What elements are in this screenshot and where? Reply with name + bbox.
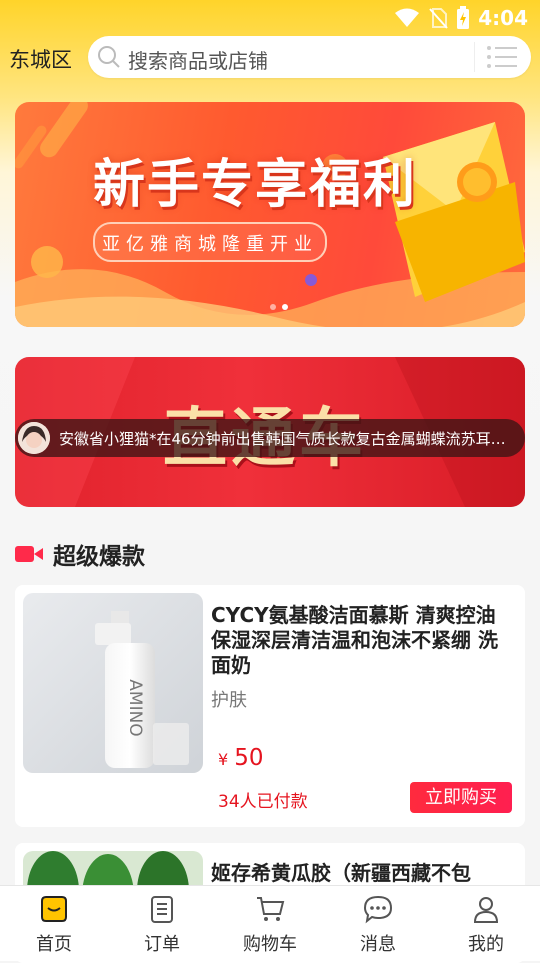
product-name[interactable]: CYCY氨基酸洁面慕斯 清爽控油保湿深层清洁温和泡沫不紧绷 洗面奶: [211, 603, 511, 678]
tab-label: 订单: [144, 934, 180, 955]
message-icon: [363, 895, 393, 924]
avatar: [18, 422, 50, 454]
carousel-indicator: [270, 304, 288, 310]
banner-title: 新手专享福利: [93, 155, 418, 215]
search-icon: [98, 46, 120, 68]
section-header: 超级爆款: [15, 536, 145, 572]
battery-charging-icon: [457, 6, 470, 29]
no-sim-icon: [429, 8, 448, 29]
tab-label: 我的: [468, 934, 504, 955]
promo-banner-carousel[interactable]: 新手专享福利 亚亿雅商城隆重开业: [15, 102, 525, 327]
category-menu-icon[interactable]: [486, 45, 518, 69]
home-icon: [41, 896, 67, 922]
order-icon: [151, 896, 173, 923]
tab-home[interactable]: 首页: [0, 886, 108, 961]
product-category: 护肤: [211, 690, 247, 711]
wifi-icon: [395, 8, 420, 27]
video-camera-icon: [15, 546, 43, 562]
tab-orders[interactable]: 订单: [108, 886, 216, 961]
profile-icon: [473, 897, 499, 923]
city-selector[interactable]: 东城区: [9, 44, 72, 74]
status-time: 4:04: [478, 6, 528, 30]
sold-count: 34人已付款: [218, 792, 308, 812]
product-image-brand: AMINO: [125, 679, 145, 736]
top-header: 东城区 搜索商品或店铺: [0, 36, 540, 80]
banner-subtitle: 亚亿雅商城隆重开业: [102, 234, 318, 255]
carousel-dot-active: [282, 304, 288, 310]
tab-messages[interactable]: 消息: [324, 886, 432, 961]
ticker-text: 安徽省小狸猫*在46分钟前出售韩国气质长款复古金属蝴蝶流苏耳环...: [59, 430, 515, 448]
search-divider: [474, 42, 475, 72]
section-title: 超级爆款: [53, 544, 145, 570]
cart-icon: [257, 897, 285, 921]
tab-label: 首页: [36, 934, 72, 955]
tab-label: 消息: [360, 934, 396, 955]
search-bar[interactable]: 搜索商品或店铺: [88, 36, 531, 78]
currency-symbol: ¥: [218, 750, 229, 769]
product-card[interactable]: AMINO CYCY氨基酸洁面慕斯 清爽控油保湿深层清洁温和泡沫不紧绷 洗面奶 …: [15, 585, 525, 827]
tab-label: 购物车: [243, 934, 297, 955]
banner-subtitle-box: 亚亿雅商城隆重开业: [93, 222, 327, 262]
buy-now-button[interactable]: 立即购买: [410, 782, 512, 813]
tab-cart[interactable]: 购物车: [216, 886, 324, 961]
product-image[interactable]: AMINO: [23, 593, 203, 773]
sales-ticker: 安徽省小狸猫*在46分钟前出售韩国气质长款复古金属蝴蝶流苏耳环...: [15, 419, 525, 457]
product-price: ¥50: [218, 745, 263, 771]
status-bar: 4:04: [0, 0, 540, 36]
carousel-dot: [270, 304, 276, 310]
product-name[interactable]: 姬存希黄瓜胶（新疆西藏不包: [211, 861, 511, 886]
tab-profile[interactable]: 我的: [432, 886, 540, 961]
price-value: 50: [234, 745, 264, 771]
search-input[interactable]: 搜索商品或店铺: [128, 45, 268, 74]
bottom-tab-bar: 首页 订单 购物车 消息 我的: [0, 885, 540, 961]
